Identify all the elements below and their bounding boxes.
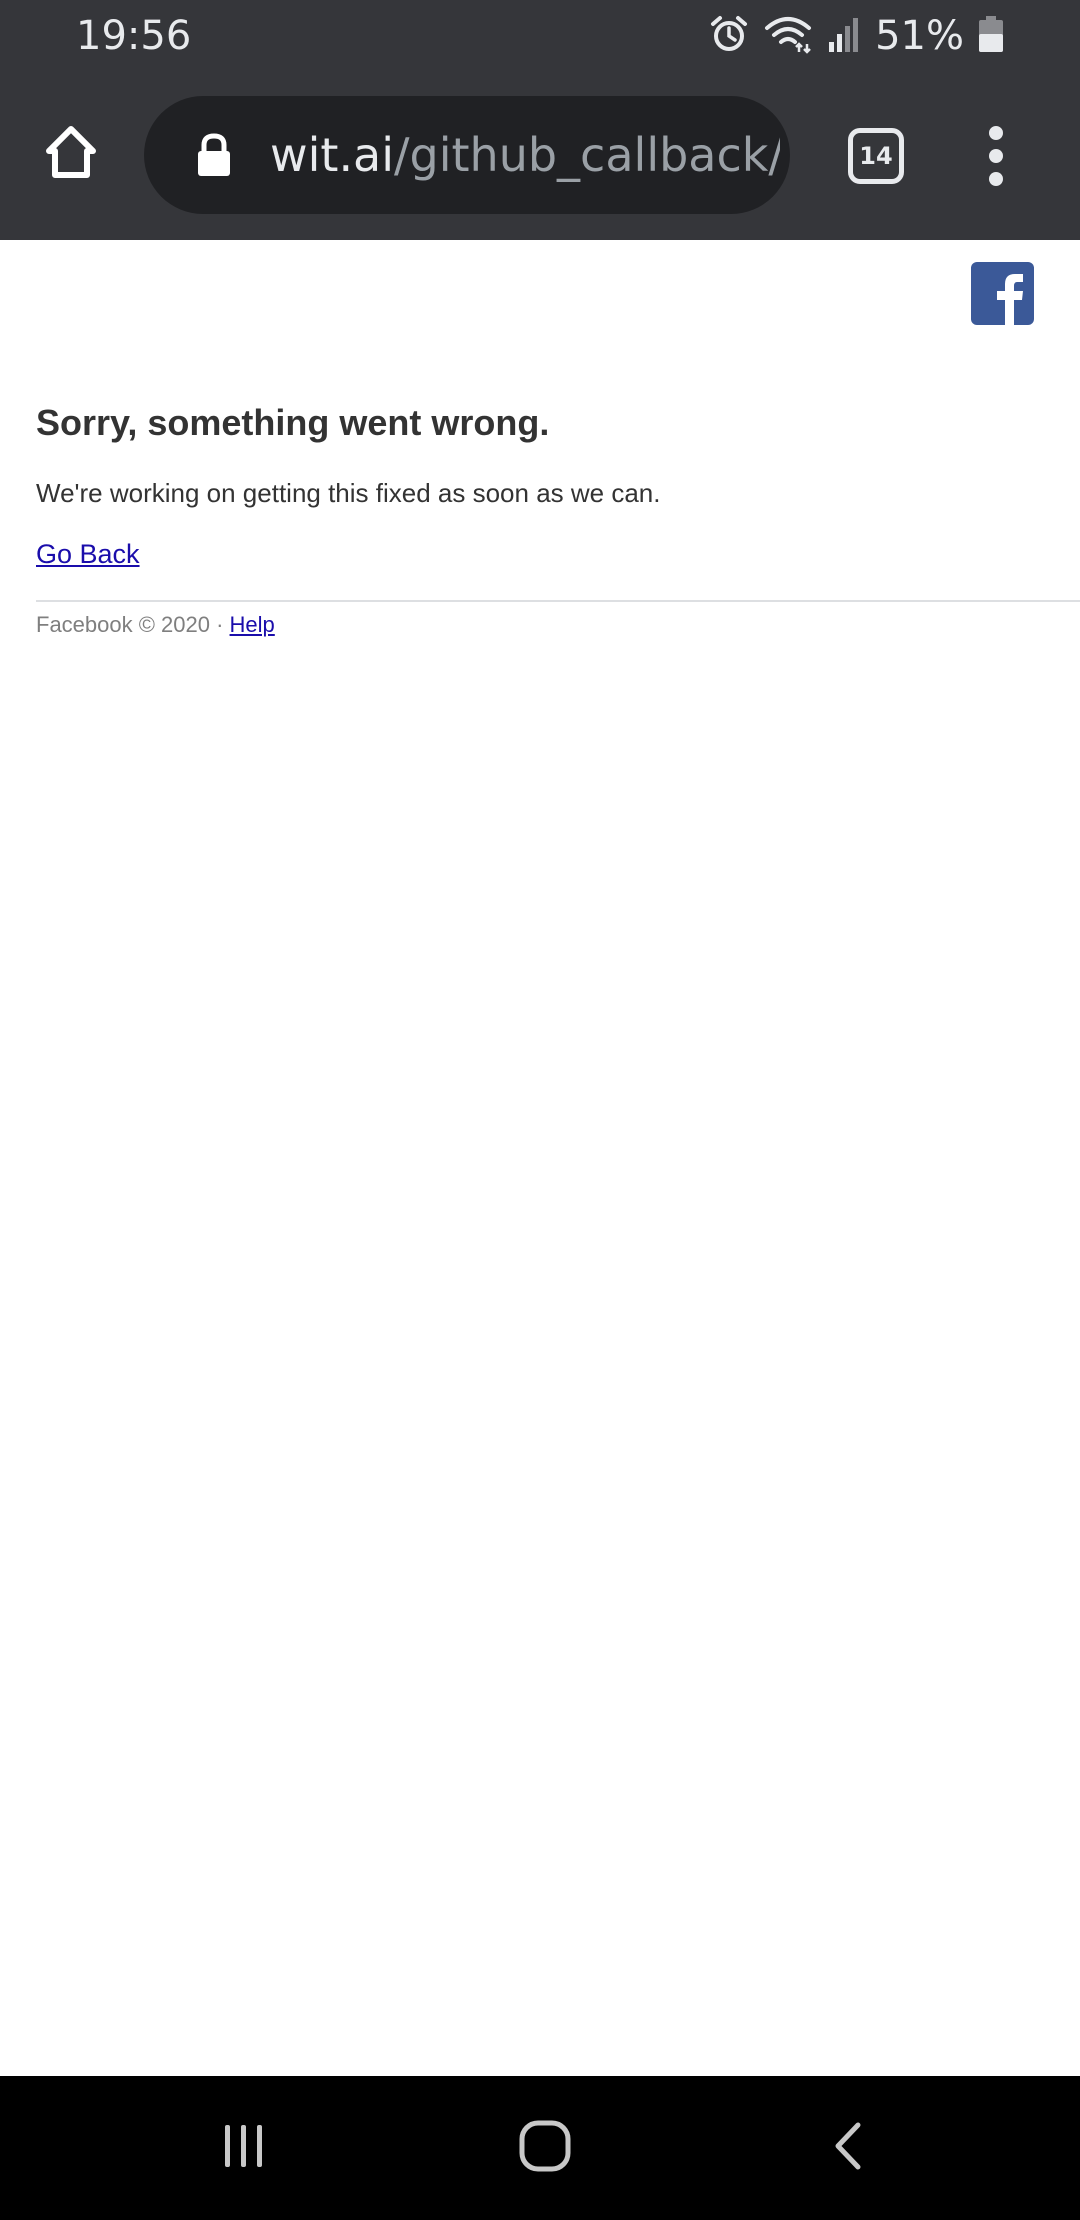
menu-dot [989, 172, 1003, 186]
wifi-icon [763, 14, 813, 59]
battery-icon [978, 14, 1004, 59]
status-icons: 51% [709, 10, 1004, 62]
help-link[interactable]: Help [230, 612, 275, 637]
overflow-menu-icon[interactable] [968, 120, 1024, 192]
footer-copyright: Facebook © 2020 · [36, 612, 230, 637]
status-time: 19:56 [76, 13, 192, 59]
battery-percent: 51% [875, 13, 964, 59]
home-button[interactable] [36, 118, 106, 188]
recent-apps-icon [219, 2121, 269, 2176]
go-back-link[interactable]: Go Back [36, 539, 140, 570]
alarm-icon [709, 14, 749, 59]
url-text: wit.ai/github_callback/ [270, 96, 780, 214]
facebook-logo-icon[interactable] [971, 262, 1034, 325]
menu-dot [989, 149, 1003, 163]
tab-switcher-button[interactable]: 14 [848, 128, 904, 184]
browser-toolbar: wit.ai/github_callback/ 14 [0, 72, 1080, 240]
recent-apps-button[interactable] [214, 2118, 274, 2178]
signal-icon [827, 14, 861, 59]
address-bar[interactable]: wit.ai/github_callback/ [144, 96, 790, 214]
menu-dot [989, 126, 1003, 140]
error-title: Sorry, something went wrong. [36, 402, 550, 443]
tab-count: 14 [859, 142, 893, 170]
home-nav-button[interactable] [515, 2118, 575, 2178]
lock-icon [194, 132, 234, 178]
footer: Facebook © 2020 · Help [36, 612, 275, 638]
back-icon [828, 2119, 868, 2178]
home-icon [41, 121, 101, 186]
divider [36, 600, 1080, 602]
status-bar: 19:56 51% [0, 0, 1080, 72]
home-nav-icon [518, 2119, 572, 2178]
navigation-bar [0, 2076, 1080, 2220]
error-message: We're working on getting this fixed as s… [36, 478, 661, 508]
url-path: /github_callback/ [394, 128, 780, 182]
url-host: wit.ai [270, 128, 395, 182]
back-button[interactable] [818, 2118, 878, 2178]
